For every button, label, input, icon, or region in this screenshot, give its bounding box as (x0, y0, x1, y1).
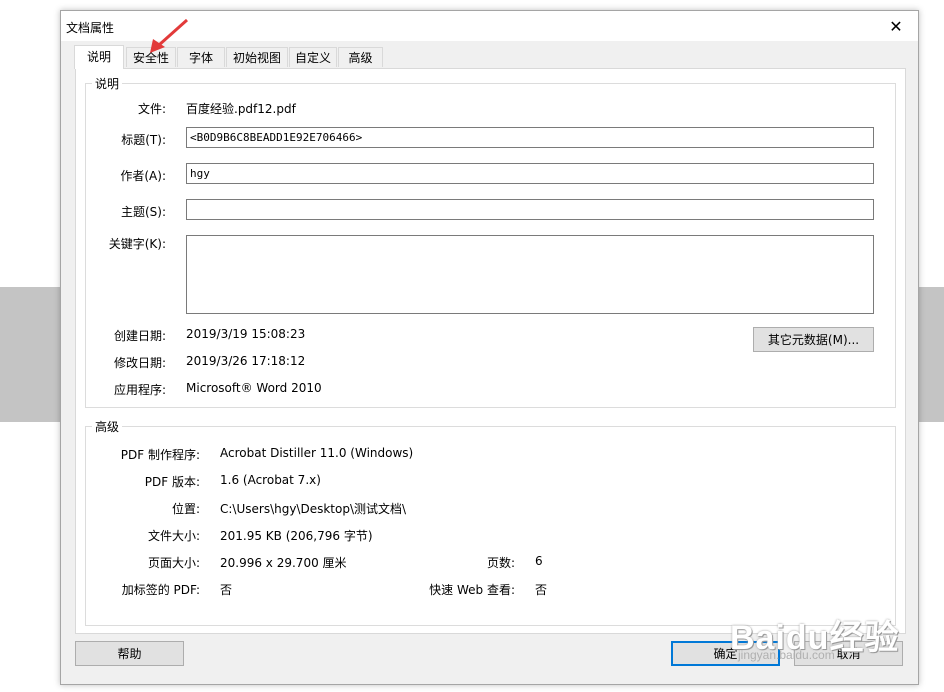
more-metadata-button[interactable]: 其它元数据(M)... (753, 327, 874, 352)
document-properties-dialog: 文档属性 ✕ 说明 安全性 字体 初始视图 自定义 高级 说明 文件: 百度经验… (60, 10, 919, 685)
file-label: 文件: (137, 102, 166, 116)
advanced-group: 高级 PDF 制作程序: Acrobat Distiller 11.0 (Win… (85, 418, 896, 626)
page-size-label: 页面大小: (147, 556, 200, 570)
description-legend: 说明 (92, 75, 123, 92)
producer-label: PDF 制作程序: (120, 448, 200, 462)
tab-custom[interactable]: 自定义 (289, 47, 337, 67)
location-value: C:\Users\hgy\Desktop\测试文档\ (220, 502, 407, 516)
modified-value: 2019/3/26 17:18:12 (186, 354, 306, 368)
tab-description[interactable]: 说明 (74, 45, 124, 69)
window-title: 文档属性 (66, 21, 115, 35)
fast-web-view-value: 否 (535, 583, 548, 597)
ok-button[interactable]: 确定 (671, 641, 780, 666)
author-label: 作者(A): (120, 169, 166, 183)
tab-fonts[interactable]: 字体 (177, 47, 225, 67)
pdf-version-value: 1.6 (Acrobat 7.x) (220, 473, 321, 487)
advanced-legend: 高级 (92, 418, 123, 435)
title-field[interactable] (186, 127, 874, 148)
pdf-version-label: PDF 版本: (144, 475, 200, 489)
location-label: 位置: (171, 502, 200, 516)
created-label: 创建日期: (113, 329, 166, 343)
close-button[interactable]: ✕ (874, 11, 918, 41)
subject-field[interactable] (186, 199, 874, 220)
created-value: 2019/3/19 15:08:23 (186, 327, 306, 341)
tab-panel-description: 说明 文件: 百度经验.pdf12.pdf 标题(T): 作者(A): 主题(S… (75, 68, 906, 634)
subject-label: 主题(S): (120, 205, 166, 219)
file-size-value: 201.95 KB (206,796 字节) (220, 529, 373, 543)
tab-initial-view[interactable]: 初始视图 (226, 47, 288, 67)
application-value: Microsoft® Word 2010 (186, 381, 322, 395)
application-label: 应用程序: (113, 383, 166, 397)
page-count-value: 6 (535, 554, 543, 568)
fast-web-view-label: 快速 Web 查看: (429, 583, 515, 597)
cancel-button[interactable]: 取消 (794, 641, 903, 666)
file-value: 百度经验.pdf12.pdf (186, 102, 296, 116)
producer-value: Acrobat Distiller 11.0 (Windows) (220, 446, 414, 460)
title-label: 标题(T): (121, 133, 166, 147)
keywords-label: 关键字(K): (108, 237, 166, 251)
tagged-pdf-label: 加标签的 PDF: (121, 583, 200, 597)
page-size-value: 20.996 x 29.700 厘米 (220, 556, 347, 570)
tab-security[interactable]: 安全性 (126, 47, 176, 67)
tab-advanced[interactable]: 高级 (338, 47, 383, 67)
author-field[interactable] (186, 163, 874, 184)
title-bar: 文档属性 ✕ (61, 11, 918, 41)
tagged-pdf-value: 否 (220, 583, 233, 597)
help-button[interactable]: 帮助 (75, 641, 184, 666)
file-size-label: 文件大小: (147, 529, 200, 543)
keywords-field[interactable] (186, 235, 874, 314)
modified-label: 修改日期: (113, 356, 166, 370)
page-count-label: 页数: (486, 556, 515, 570)
close-icon: ✕ (889, 16, 903, 36)
description-group: 说明 文件: 百度经验.pdf12.pdf 标题(T): 作者(A): 主题(S… (85, 75, 896, 408)
